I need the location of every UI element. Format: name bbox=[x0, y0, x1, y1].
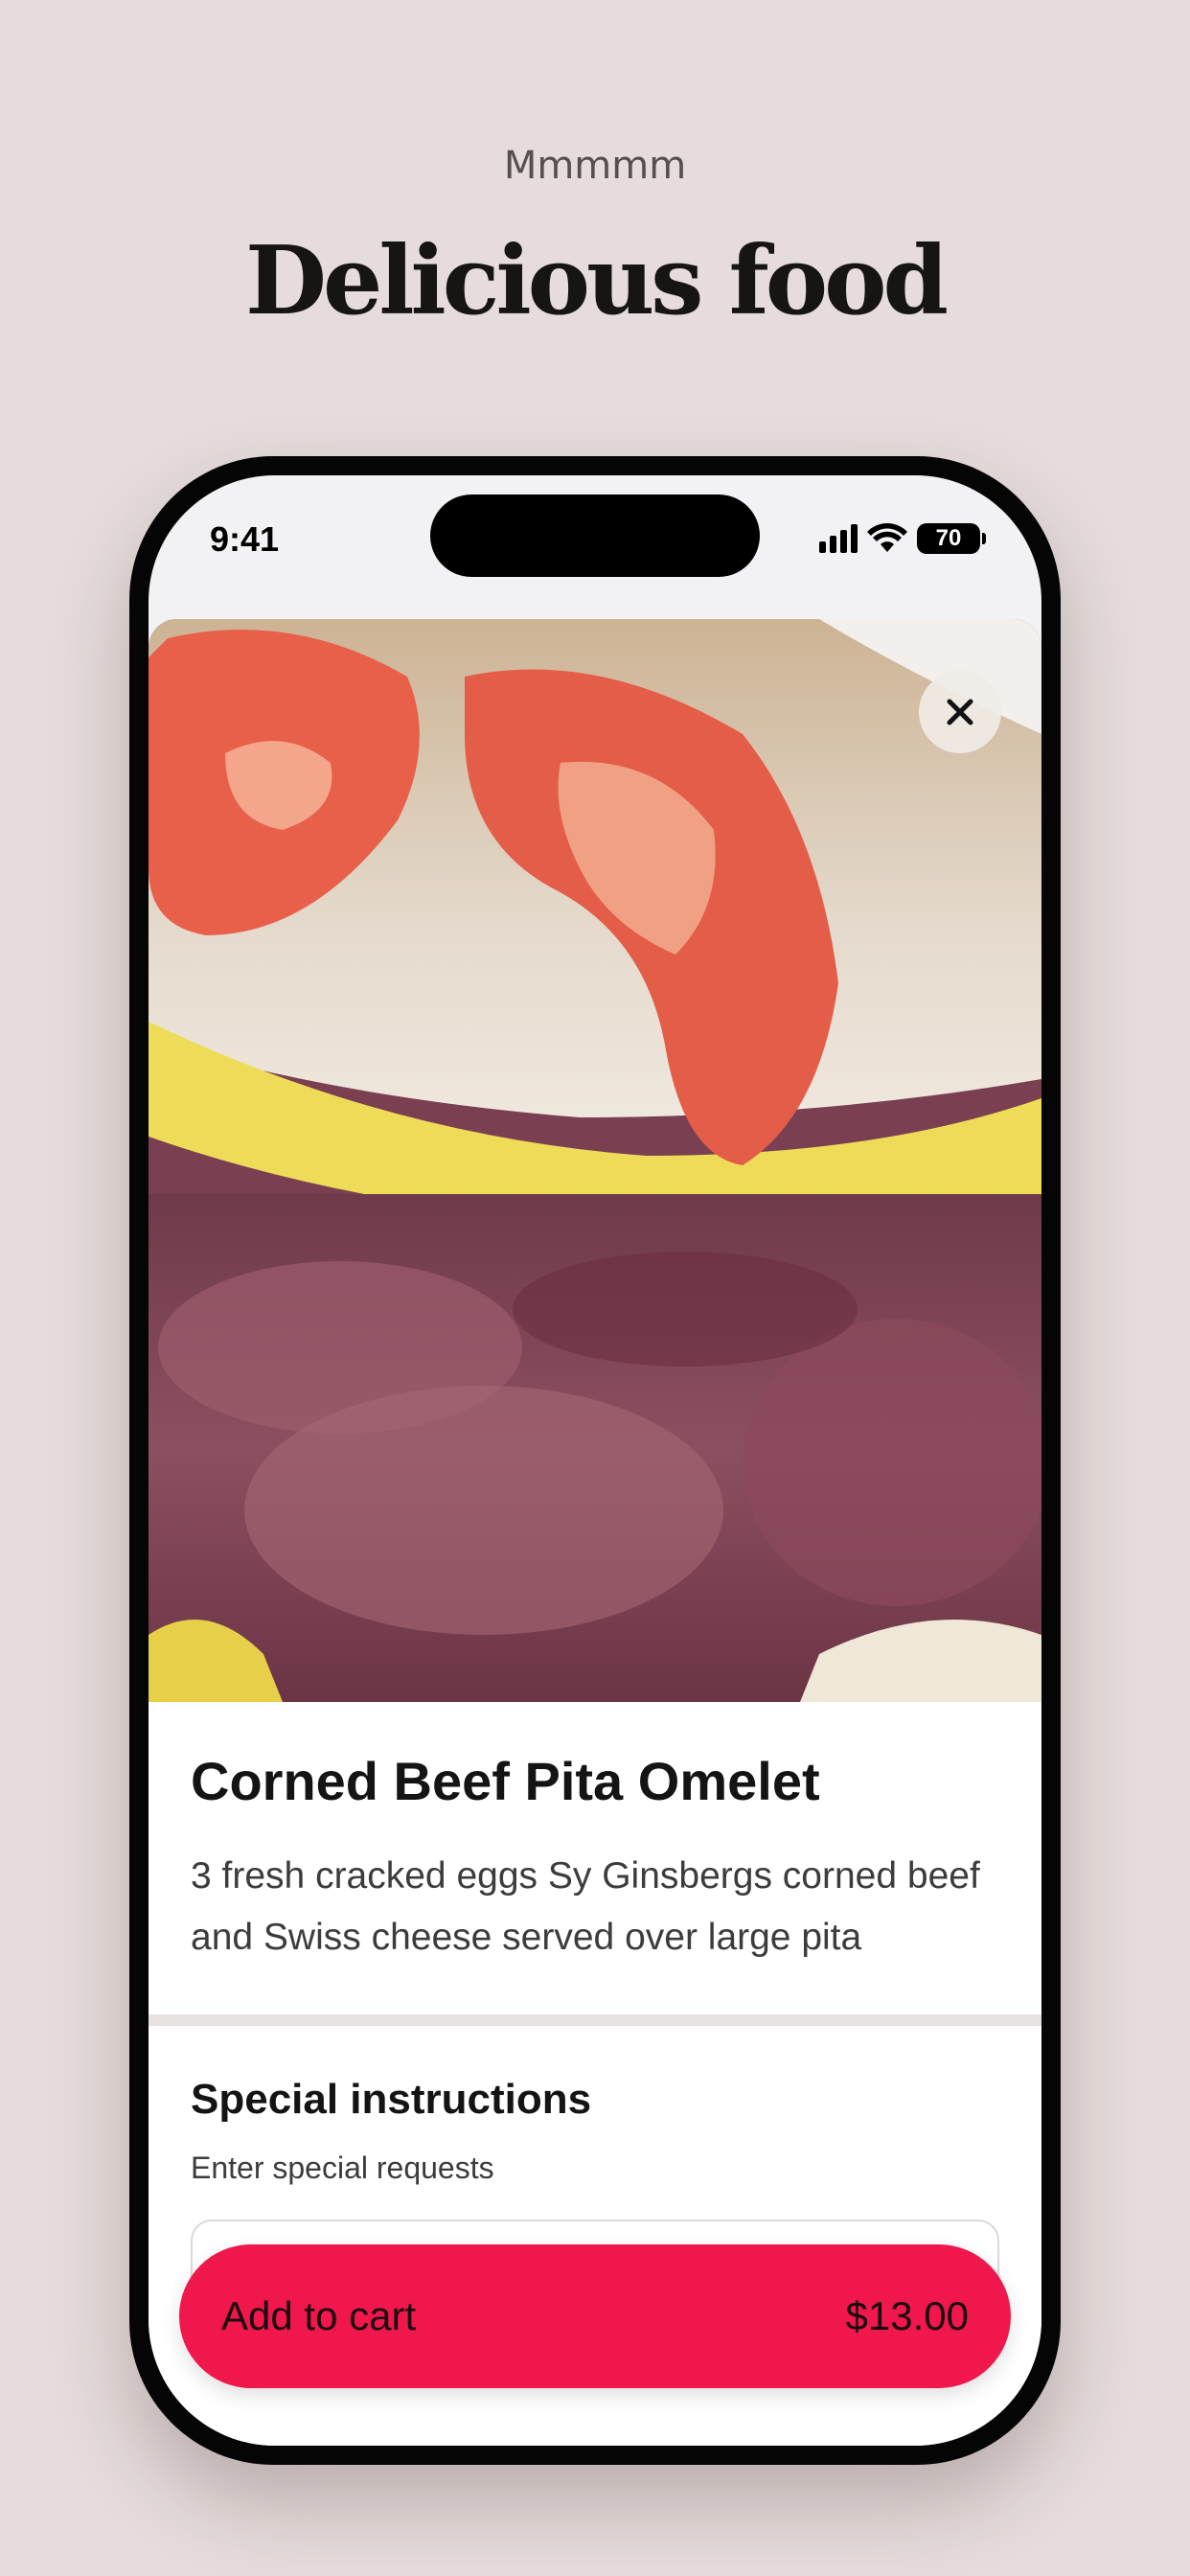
special-instructions-subtitle: Enter special requests bbox=[191, 2150, 494, 2185]
food-photo bbox=[149, 619, 1041, 1702]
battery-icon: 70 bbox=[917, 523, 986, 554]
add-to-cart-label: Add to cart bbox=[221, 2293, 417, 2338]
status-icons: 70 bbox=[819, 519, 986, 558]
special-instructions-title: Special instructions bbox=[191, 2076, 592, 2123]
phone-frame: 9:41 70 Corned Beef Pita Omelet 3 fresh … bbox=[129, 456, 1061, 2465]
section-divider bbox=[149, 2014, 1041, 2026]
add-to-cart-button[interactable]: Add to cart $13.00 bbox=[179, 2244, 1011, 2388]
item-description: 3 fresh cracked eggs Sy Ginsbergs corned… bbox=[191, 1855, 980, 1958]
dynamic-island bbox=[430, 494, 760, 577]
item-sheet: Corned Beef Pita Omelet 3 fresh cracked … bbox=[149, 619, 1041, 2446]
signal-icon bbox=[819, 524, 858, 553]
status-time: 9:41 bbox=[210, 519, 280, 559]
close-button[interactable] bbox=[919, 671, 1001, 753]
phone-screen: 9:41 70 Corned Beef Pita Omelet 3 fresh … bbox=[149, 475, 1041, 2446]
item-title: Corned Beef Pita Omelet bbox=[191, 1751, 820, 1811]
wifi-icon bbox=[867, 523, 907, 552]
page-kicker: Mmmmm bbox=[503, 144, 687, 188]
close-icon bbox=[947, 699, 973, 725]
cart-price: $13.00 bbox=[845, 2293, 969, 2338]
page-title: Delicious food bbox=[244, 226, 949, 336]
